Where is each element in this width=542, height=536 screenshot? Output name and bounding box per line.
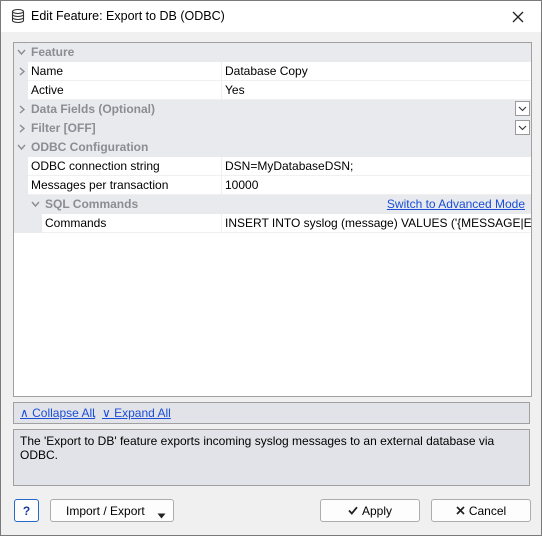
chevron-right-icon[interactable] <box>17 104 26 115</box>
category-label: ODBC Configuration <box>31 140 149 154</box>
chevron-down-icon <box>518 106 527 111</box>
property-row-commands[interactable]: Commands INSERT INTO syslog (message) VA… <box>14 214 531 233</box>
row-gutter <box>14 157 28 176</box>
category-odbc-configuration[interactable]: ODBC Configuration <box>14 138 531 157</box>
chevron-right-icon[interactable] <box>17 123 26 134</box>
apply-button[interactable]: Apply <box>320 499 420 522</box>
x-icon <box>456 506 465 515</box>
property-row-messages-per-transaction[interactable]: Messages per transaction 10000 <box>14 176 531 195</box>
property-value-odbc-connection-string[interactable]: DSN=MyDatabaseDSN; <box>225 159 531 173</box>
property-value-commands[interactable]: INSERT INTO syslog (message) VALUES ('{M… <box>225 216 531 230</box>
column-divider <box>221 62 222 81</box>
property-name: ODBC connection string <box>31 159 160 173</box>
filter-dropdown-button[interactable] <box>515 120 530 135</box>
column-divider <box>221 176 222 195</box>
checkmark-icon <box>348 506 358 515</box>
chevron-right-icon[interactable] <box>17 66 26 77</box>
close-icon <box>512 11 524 22</box>
data-fields-dropdown-button[interactable] <box>515 101 530 116</box>
cancel-label: Cancel <box>468 503 507 518</box>
category-feature[interactable]: Feature <box>14 43 531 62</box>
description-panel: The 'Export to DB' feature exports incom… <box>13 429 530 486</box>
row-gutter <box>14 195 28 214</box>
description-text: The 'Export to DB' feature exports incom… <box>20 434 495 462</box>
category-label: Data Fields (Optional) <box>31 102 156 116</box>
category-filter[interactable]: Filter [OFF] <box>14 119 531 138</box>
caret-down-icon <box>157 508 166 522</box>
help-label: ? <box>22 503 31 518</box>
link-separator: , <box>93 406 97 420</box>
property-value-name[interactable]: Database Copy <box>225 64 531 78</box>
collapse-all-link[interactable]: ∧ Collapse All <box>20 406 95 420</box>
chevron-down-icon[interactable] <box>31 199 40 210</box>
column-divider <box>221 214 222 233</box>
row-gutter <box>14 62 28 81</box>
edit-feature-dialog: Edit Feature: Export to DB (ODBC) Featur… <box>0 0 542 536</box>
switch-advanced-mode-link[interactable]: Switch to Advanced Mode <box>387 197 525 211</box>
expand-all-link[interactable]: ∨ Expand All <box>102 406 171 420</box>
column-divider <box>221 81 222 100</box>
help-button[interactable]: ? <box>14 499 39 522</box>
category-label: Feature <box>31 45 75 59</box>
property-value-active[interactable]: Yes <box>225 83 531 97</box>
apply-label: Apply <box>361 503 393 518</box>
row-gutter <box>14 81 28 100</box>
row-gutter <box>14 214 42 233</box>
window-title: Edit Feature: Export to DB (ODBC) <box>31 9 225 23</box>
property-value-messages-per-transaction[interactable]: 10000 <box>225 178 531 192</box>
category-label: SQL Commands <box>45 197 139 211</box>
column-divider <box>221 157 222 176</box>
property-name: Messages per transaction <box>31 178 169 192</box>
property-name: Active <box>31 83 64 97</box>
chevron-down-icon <box>518 125 527 130</box>
category-label: Filter [OFF] <box>31 121 96 135</box>
import-export-label: Import / Export <box>66 503 145 518</box>
cancel-button[interactable]: Cancel <box>431 499 531 522</box>
property-row-odbc-connection-string[interactable]: ODBC connection string DSN=MyDatabaseDSN… <box>14 157 531 176</box>
import-export-button[interactable]: Import / Export <box>50 499 174 522</box>
database-icon <box>10 8 26 24</box>
category-sql-commands[interactable]: SQL Commands Switch to Advanced Mode <box>14 195 531 214</box>
close-button[interactable] <box>495 1 541 32</box>
property-name: Commands <box>45 216 107 230</box>
chevron-down-icon[interactable] <box>17 142 26 153</box>
command-bar: ∧ Collapse All , ∨ Expand All <box>13 402 530 424</box>
title-bar: Edit Feature: Export to DB (ODBC) <box>1 1 541 32</box>
property-row-active[interactable]: Active Yes <box>14 81 531 100</box>
property-grid: Feature Name Database Copy Active Yes Da… <box>13 42 532 397</box>
row-gutter <box>14 176 28 195</box>
property-row-name[interactable]: Name Database Copy <box>14 62 531 81</box>
chevron-down-icon[interactable] <box>17 47 26 58</box>
property-name: Name <box>31 64 64 78</box>
category-data-fields[interactable]: Data Fields (Optional) <box>14 100 531 119</box>
